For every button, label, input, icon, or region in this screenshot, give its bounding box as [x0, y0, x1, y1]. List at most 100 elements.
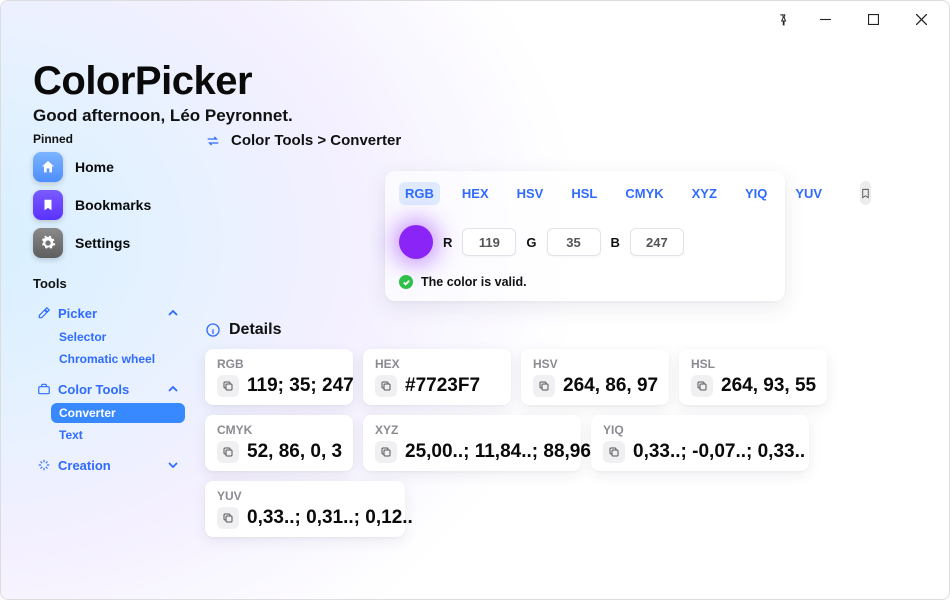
nav-group-label: Color Tools	[58, 382, 129, 397]
converter-panel: RGB HEX HSV HSL CMYK XYZ YIQ YUV	[385, 171, 785, 301]
copy-icon	[608, 446, 620, 458]
details-cards: RGB 119; 35; 247 HEX #7723F7	[205, 349, 855, 537]
detail-card-hsl: HSL 264, 93, 55	[679, 349, 827, 405]
bookmark-icon	[33, 190, 63, 220]
sidebar-item-label: Bookmarks	[75, 197, 151, 213]
sidebar-item-settings[interactable]: Settings	[33, 228, 185, 258]
tab-xyz[interactable]: XYZ	[686, 182, 723, 205]
swap-icon	[205, 133, 221, 149]
details-header: Details	[205, 321, 921, 339]
greeting-text: Good afternoon, Léo Peyronnet.	[33, 106, 921, 126]
card-label: HEX	[375, 357, 499, 371]
channel-label-g: G	[526, 235, 536, 250]
copy-icon	[380, 446, 392, 458]
card-label: YUV	[217, 489, 393, 503]
channel-input-r[interactable]	[462, 228, 516, 256]
detail-card-hsv: HSV 264, 86, 97	[521, 349, 669, 405]
card-value: 119; 35; 247	[247, 375, 354, 397]
main-content: Color Tools > Converter RGB HEX HSV HSL …	[185, 132, 921, 599]
chevron-up-icon	[165, 305, 181, 321]
bookmark-icon	[860, 187, 871, 200]
channel-input-g[interactable]	[547, 228, 601, 256]
tab-yuv[interactable]: YUV	[789, 182, 828, 205]
copy-icon	[222, 380, 234, 392]
copy-icon	[380, 380, 392, 392]
chevron-down-icon	[165, 457, 181, 473]
home-icon	[33, 152, 63, 182]
nav-group-label: Picker	[58, 306, 97, 321]
tab-yiq[interactable]: YIQ	[739, 182, 773, 205]
tab-hsl[interactable]: HSL	[565, 182, 603, 205]
nav-group-picker[interactable]: Picker	[33, 301, 185, 325]
tab-hsv[interactable]: HSV	[511, 182, 550, 205]
sidebar-item-home[interactable]: Home	[33, 152, 185, 182]
sidebar-item-label: Home	[75, 159, 114, 175]
nav-group-color-tools[interactable]: Color Tools	[33, 377, 185, 401]
copy-button[interactable]	[691, 375, 713, 397]
breadcrumb-text: Color Tools > Converter	[231, 132, 401, 149]
nav-item-selector[interactable]: Selector	[51, 327, 185, 347]
detail-card-yuv: YUV 0,33..; 0,31..; 0,12..	[205, 481, 405, 537]
tab-cmyk[interactable]: CMYK	[619, 182, 669, 205]
channel-label-b: B	[611, 235, 620, 250]
card-value: 25,00..; 11,84..; 88,96..	[405, 441, 601, 463]
copy-button[interactable]	[603, 441, 625, 463]
details-title: Details	[229, 321, 281, 339]
validation-status: The color is valid.	[399, 275, 771, 289]
color-swatch	[399, 225, 433, 259]
chevron-up-icon	[165, 381, 181, 397]
card-label: XYZ	[375, 423, 569, 437]
copy-icon	[222, 512, 234, 524]
card-label: HSL	[691, 357, 815, 371]
detail-card-xyz: XYZ 25,00..; 11,84..; 88,96..	[363, 415, 581, 471]
card-value: 264, 86, 97	[563, 375, 658, 397]
color-model-tabs: RGB HEX HSV HSL CMYK XYZ YIQ YUV	[399, 181, 771, 205]
copy-icon	[538, 380, 550, 392]
app-title: ColorPicker	[33, 59, 921, 104]
card-label: RGB	[217, 357, 341, 371]
detail-card-yiq: YIQ 0,33..; -0,07..; 0,33..	[591, 415, 809, 471]
detail-card-rgb: RGB 119; 35; 247	[205, 349, 353, 405]
pinned-label: Pinned	[33, 132, 185, 146]
tools-label: Tools	[33, 276, 185, 291]
card-label: YIQ	[603, 423, 797, 437]
card-label: CMYK	[217, 423, 341, 437]
info-icon	[205, 322, 221, 338]
card-value: 52, 86, 0, 3	[247, 441, 342, 463]
card-value: #7723F7	[405, 375, 480, 397]
check-icon	[399, 275, 413, 289]
breadcrumb: Color Tools > Converter	[205, 132, 921, 149]
toolbox-icon	[37, 382, 51, 396]
bookmark-color-button[interactable]	[860, 181, 871, 205]
status-text: The color is valid.	[421, 275, 527, 289]
card-value: 0,33..; 0,31..; 0,12..	[247, 507, 413, 529]
channel-label-r: R	[443, 235, 452, 250]
card-value: 0,33..; -0,07..; 0,33..	[633, 441, 805, 463]
tab-hex[interactable]: HEX	[456, 182, 495, 205]
copy-button[interactable]	[533, 375, 555, 397]
copy-button[interactable]	[217, 507, 239, 529]
copy-button[interactable]	[217, 441, 239, 463]
copy-button[interactable]	[375, 375, 397, 397]
detail-card-hex: HEX #7723F7	[363, 349, 511, 405]
copy-icon	[696, 380, 708, 392]
tab-rgb[interactable]: RGB	[399, 182, 440, 205]
nav-group-label: Creation	[58, 458, 111, 473]
sidebar-item-bookmarks[interactable]: Bookmarks	[33, 190, 185, 220]
sidebar: Pinned Home Bookmarks	[33, 132, 185, 599]
nav-group-creation[interactable]: Creation	[33, 453, 185, 477]
nav-item-converter[interactable]: Converter	[51, 403, 185, 423]
card-label: HSV	[533, 357, 657, 371]
copy-button[interactable]	[217, 375, 239, 397]
gear-icon	[33, 228, 63, 258]
copy-button[interactable]	[375, 441, 397, 463]
sidebar-item-label: Settings	[75, 235, 130, 251]
eyedropper-icon	[37, 306, 51, 320]
nav-item-chromatic-wheel[interactable]: Chromatic wheel	[51, 349, 185, 369]
nav-item-text[interactable]: Text	[51, 425, 185, 445]
detail-card-cmyk: CMYK 52, 86, 0, 3	[205, 415, 353, 471]
copy-icon	[222, 446, 234, 458]
sparkle-icon	[37, 458, 51, 472]
channel-input-b[interactable]	[630, 228, 684, 256]
card-value: 264, 93, 55	[721, 375, 816, 397]
